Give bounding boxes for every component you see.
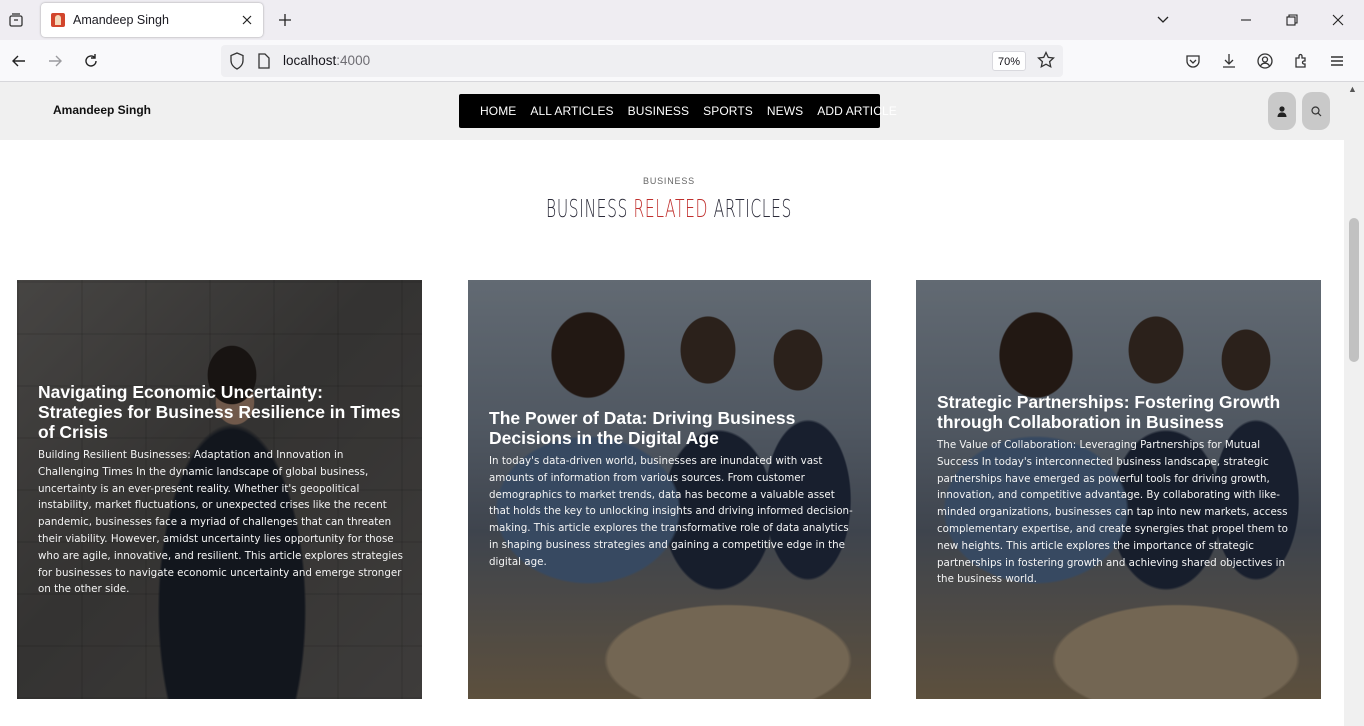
page-viewport: Amandeep Singh HOME ALL ARTICLES BUSINES… bbox=[0, 82, 1364, 726]
article-card[interactable]: Navigating Economic Uncertainty: Strateg… bbox=[17, 280, 422, 699]
user-icon bbox=[1277, 105, 1287, 117]
zoom-level-badge[interactable]: 70% bbox=[992, 51, 1027, 71]
url-host: localhost bbox=[283, 53, 337, 68]
account-icon[interactable] bbox=[1254, 50, 1276, 72]
restore-icon[interactable] bbox=[1280, 8, 1304, 32]
close-tab-icon[interactable] bbox=[237, 10, 257, 30]
site-favicon-icon bbox=[51, 13, 65, 27]
scrollbar-thumb[interactable] bbox=[1349, 218, 1359, 362]
browser-tab-bar: Amandeep Singh bbox=[0, 0, 1364, 40]
tab-list-icon[interactable] bbox=[4, 8, 28, 32]
article-content: Strategic Partnerships: Fostering Growth… bbox=[937, 392, 1303, 588]
article-card[interactable]: The Power of Data: Driving Business Deci… bbox=[468, 280, 871, 699]
search-icon bbox=[1310, 105, 1321, 116]
article-title[interactable]: The Power of Data: Driving Business Deci… bbox=[489, 408, 853, 448]
page-scrollbar[interactable]: ▲ bbox=[1344, 82, 1364, 726]
article-title[interactable]: Navigating Economic Uncertainty: Strateg… bbox=[38, 382, 404, 442]
bookmark-star-icon[interactable] bbox=[1037, 50, 1055, 74]
site-brand[interactable]: Amandeep Singh bbox=[53, 103, 151, 117]
section-title-part2: ARTICLES bbox=[713, 194, 792, 223]
nav-home[interactable]: HOME bbox=[480, 104, 516, 118]
forward-icon[interactable] bbox=[42, 48, 68, 74]
url-port: :4000 bbox=[336, 53, 371, 68]
pocket-icon[interactable] bbox=[1182, 50, 1204, 72]
section-title-part1: BUSINESS bbox=[546, 194, 628, 223]
article-excerpt: In today's data-driven world, businesses… bbox=[489, 455, 853, 568]
search-button[interactable] bbox=[1302, 92, 1330, 130]
nav-add-article[interactable]: ADD ARTICLE bbox=[817, 104, 897, 118]
page-icon[interactable] bbox=[257, 52, 271, 75]
article-card[interactable]: Strategic Partnerships: Fostering Growth… bbox=[916, 280, 1321, 699]
shield-icon[interactable] bbox=[229, 52, 245, 75]
new-tab-icon[interactable] bbox=[274, 9, 296, 31]
url-text: localhost:4000 bbox=[283, 53, 370, 68]
main-nav: HOME ALL ARTICLES BUSINESS SPORTS NEWS A… bbox=[459, 94, 897, 128]
minimize-icon[interactable] bbox=[1234, 8, 1258, 32]
menu-icon[interactable] bbox=[1326, 50, 1348, 72]
user-button[interactable] bbox=[1268, 92, 1296, 130]
nav-sports[interactable]: SPORTS bbox=[703, 104, 753, 118]
section-subtitle: BUSINESS bbox=[643, 176, 695, 186]
nav-all-articles[interactable]: ALL ARTICLES bbox=[530, 104, 613, 118]
chevron-down-icon[interactable] bbox=[1151, 8, 1175, 32]
close-window-icon[interactable] bbox=[1326, 8, 1350, 32]
article-content: Navigating Economic Uncertainty: Strateg… bbox=[38, 382, 404, 598]
section-title: BUSINESS RELATED ARTICLES bbox=[254, 194, 1084, 223]
download-icon[interactable] bbox=[1218, 50, 1240, 72]
article-title[interactable]: Strategic Partnerships: Fostering Growth… bbox=[937, 392, 1303, 432]
section-title-accent: RELATED bbox=[633, 194, 709, 223]
nav-business[interactable]: BUSINESS bbox=[628, 104, 690, 118]
article-excerpt: Building Resilient Businesses: Adaptatio… bbox=[38, 449, 403, 596]
address-bar[interactable]: localhost:4000 70% bbox=[221, 45, 1063, 77]
article-content: The Power of Data: Driving Business Deci… bbox=[489, 408, 853, 571]
browser-toolbar: localhost:4000 70% bbox=[0, 40, 1364, 82]
reload-icon[interactable] bbox=[78, 48, 104, 74]
site-header: Amandeep Singh HOME ALL ARTICLES BUSINES… bbox=[0, 82, 1344, 140]
nav-news[interactable]: NEWS bbox=[767, 104, 803, 118]
browser-tab[interactable]: Amandeep Singh bbox=[41, 3, 263, 37]
article-excerpt: The Value of Collaboration: Leveraging P… bbox=[937, 439, 1288, 586]
back-icon[interactable] bbox=[6, 48, 32, 74]
extensions-icon[interactable] bbox=[1290, 50, 1312, 72]
scroll-up-arrow-icon[interactable]: ▲ bbox=[1348, 84, 1357, 94]
tab-title: Amandeep Singh bbox=[73, 13, 169, 27]
